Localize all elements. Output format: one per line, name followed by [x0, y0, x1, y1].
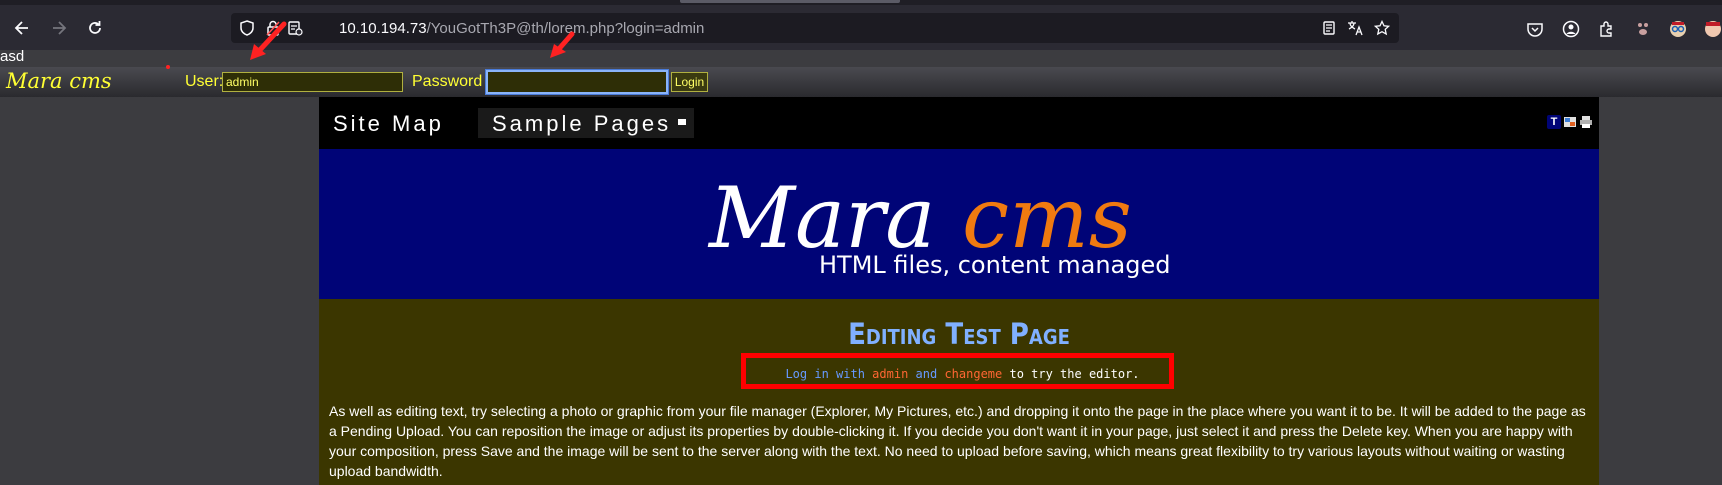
reload-icon[interactable]: [82, 15, 108, 41]
site-menu-bar: Site Map Sample Pages T: [319, 97, 1599, 149]
annotation-dot: [166, 65, 170, 69]
page-title: Editing Test Page: [848, 317, 1070, 351]
password-label: Password: [412, 73, 483, 90]
reader-icon[interactable]: [1321, 20, 1337, 36]
account-icon[interactable]: [1562, 20, 1580, 38]
brand-logo: Mara cms: [6, 69, 112, 93]
login-button[interactable]: Login: [671, 72, 708, 92]
user-label: User:: [185, 73, 224, 90]
forward-arrow-icon[interactable]: [46, 15, 72, 41]
menu-item-sample-pages[interactable]: Sample Pages: [478, 108, 694, 138]
menu-item-site-map[interactable]: Site Map: [333, 111, 444, 137]
banner-tagline: HTML files, content managed: [819, 251, 1171, 279]
active-tab-indicator: [680, 0, 900, 3]
hint-part2: and: [915, 367, 938, 381]
bookmark-star-icon[interactable]: [1373, 19, 1391, 36]
translate-icon[interactable]: [1347, 20, 1363, 36]
pocket-icon[interactable]: [1526, 20, 1544, 38]
avatar-extension-icon[interactable]: [1704, 20, 1722, 38]
main-content: Editing Test Page Log in with admin and …: [319, 299, 1599, 485]
url-text[interactable]: 10.10.194.73/YouGotTh3P@th/lorem.php?log…: [339, 20, 704, 37]
hint-part1: Log in with: [785, 367, 865, 381]
glasses-extension-icon[interactable]: [1669, 20, 1687, 38]
url-bar[interactable]: 10.10.194.73/YouGotTh3P@th/lorem.php?log…: [231, 13, 1399, 43]
back-arrow-icon[interactable]: [9, 15, 35, 41]
dropdown-icon: [678, 119, 686, 125]
intro-paragraph: As well as editing text, try selecting a…: [329, 403, 1586, 479]
annotation-box: Log in with admin and changeme to try th…: [741, 353, 1174, 389]
annotation-arrow-user: [250, 21, 287, 60]
login-bar: Mara cms User: Password Login: [0, 67, 1722, 97]
extensions-icon[interactable]: [1598, 20, 1616, 38]
image-icon[interactable]: [1563, 115, 1577, 129]
hint-user: admin: [872, 367, 909, 381]
password-input[interactable]: [485, 69, 669, 95]
hint-pass: changeme: [944, 367, 1003, 381]
login-hint: Log in with admin and changeme to try th…: [746, 367, 1179, 381]
paw-extension-icon[interactable]: [1634, 20, 1652, 38]
menu-item-sample-pages-label: Sample Pages: [492, 111, 672, 136]
site-banner: Mara cms HTML files, content managed: [319, 149, 1599, 299]
text-icon[interactable]: T: [1547, 115, 1561, 129]
stray-text: asd: [0, 48, 25, 65]
print-icon[interactable]: [1579, 115, 1593, 129]
editor-tools: T: [1547, 115, 1593, 129]
annotation-arrow-password: [550, 31, 575, 58]
hint-part3: to try the editor.: [1009, 367, 1140, 381]
user-input[interactable]: [222, 72, 403, 92]
url-host: 10.10.194.73: [339, 20, 427, 37]
